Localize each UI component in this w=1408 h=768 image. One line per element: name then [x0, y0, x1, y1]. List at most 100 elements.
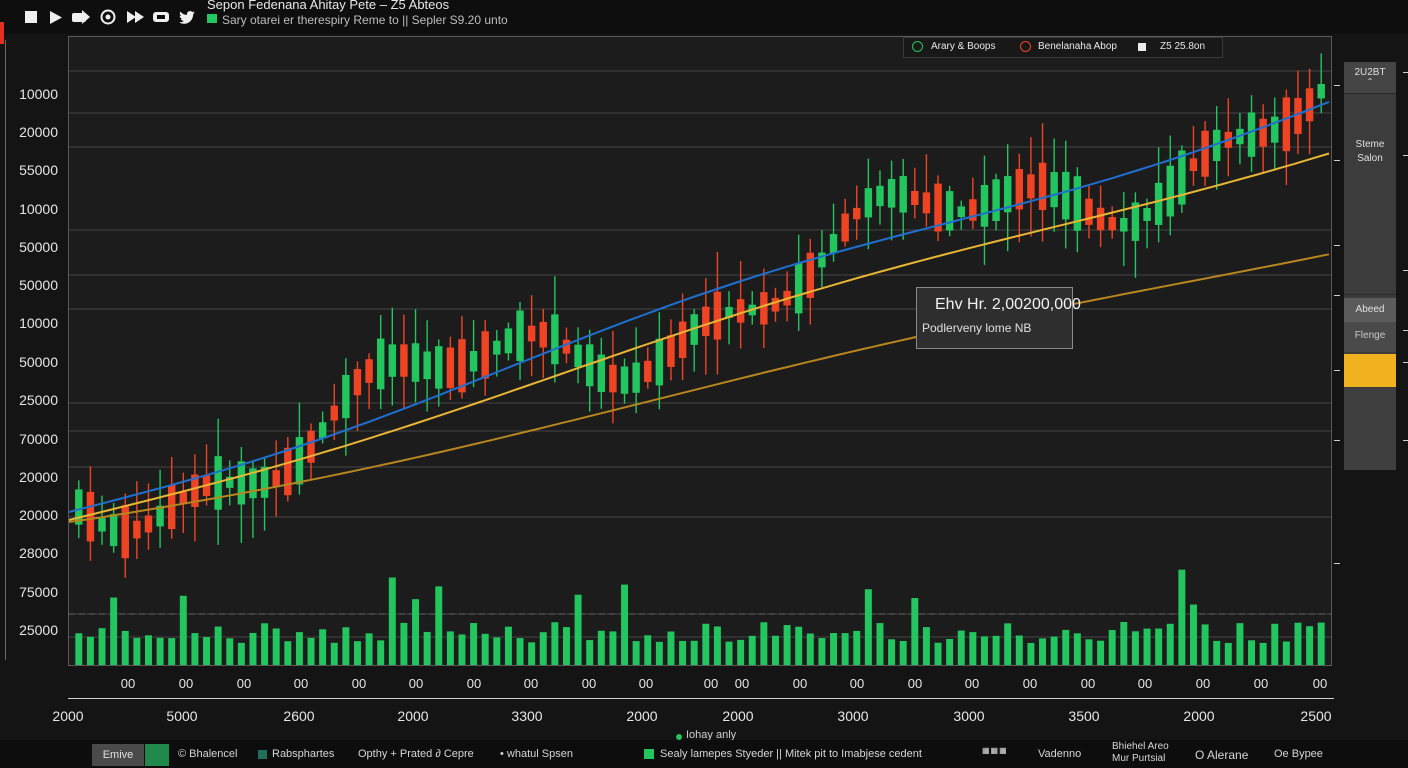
right-axis-tick [1334, 295, 1340, 296]
status-item[interactable]: Opthy + Prated ∂ Cepre [358, 748, 474, 760]
volume-bar [888, 639, 896, 665]
status-item[interactable]: • whatul Spsen [500, 748, 573, 760]
right-edge-tick [1403, 362, 1408, 363]
fast-forward-icon[interactable] [127, 9, 145, 25]
volume-bar [237, 642, 245, 665]
x-minor-label: 00 [408, 676, 424, 691]
volume-bar [899, 640, 907, 665]
play-icon[interactable] [47, 9, 65, 25]
candle-body [992, 179, 1000, 222]
volume-bar [655, 641, 663, 665]
emive-button[interactable]: Emive [92, 744, 144, 766]
volume-bar [841, 633, 849, 665]
yellow-moving-average-line [69, 152, 1330, 521]
volume-bar [539, 632, 547, 665]
volume-bar [121, 630, 129, 665]
status-square-icon [258, 750, 267, 759]
candle-body [1108, 217, 1116, 231]
green-toggle-button[interactable] [145, 744, 169, 766]
price-chart[interactable] [69, 37, 1331, 665]
target-icon[interactable] [99, 9, 117, 25]
volume-bar [353, 641, 361, 665]
status-item[interactable]: Rabsphartes [272, 748, 334, 760]
y-tick-label: 20000 [19, 124, 58, 140]
window-title: Sepon Fedenana Ahitay Pete – Z5 Abteos [207, 0, 450, 12]
x-tick-label: 2000 [397, 708, 429, 724]
volume-bar [1166, 623, 1174, 665]
status-item[interactable]: Oe Bypee [1274, 748, 1323, 760]
volume-bar [1213, 640, 1221, 665]
volume-bar [365, 633, 373, 665]
panel-title-box[interactable]: Abeed [1344, 298, 1396, 322]
candle-body [922, 192, 931, 214]
volume-bar [551, 622, 559, 665]
volume-bar [922, 627, 930, 665]
x-minor-label: 00 [703, 676, 719, 691]
volume-bar [1201, 624, 1209, 665]
candle-body [109, 514, 118, 547]
candle-body [86, 491, 95, 542]
x-tick-label: 5000 [166, 708, 198, 724]
panel-value-box[interactable]: 2U2BT ⌃ [1344, 62, 1396, 94]
x-minor-label: 00 [792, 676, 808, 691]
legend-square-icon [1138, 43, 1146, 51]
y-tick-label: 50000 [19, 277, 58, 293]
volume-bar [423, 631, 431, 665]
candle-body [574, 344, 582, 368]
x-axis-baseline [68, 698, 1334, 699]
candle-body [609, 364, 617, 393]
volume-bar [110, 597, 118, 665]
right-edge-tick [1403, 330, 1408, 331]
candle-body [644, 360, 652, 382]
volume-bar [481, 633, 489, 665]
volume-bar [1155, 628, 1163, 665]
panel-empty-box [1344, 389, 1396, 470]
y-tick-label: 25000 [19, 392, 58, 408]
panel-highlight-box[interactable] [1344, 354, 1396, 387]
candle-body [504, 328, 513, 354]
status-item[interactable]: © Bhalencel [178, 748, 237, 760]
bottom-status-bar: Emive © Bhalencel Rabsphartes Opthy + Pr… [0, 740, 1408, 768]
status-item[interactable]: O Alerane [1195, 748, 1248, 762]
candle-body [388, 344, 397, 377]
x-tick-label: 2500 [1300, 708, 1332, 724]
volume-bar [783, 625, 791, 665]
panel-info-box[interactable]: Steme Salon [1344, 95, 1396, 295]
volume-bar [272, 628, 280, 665]
volume-bar [98, 628, 106, 665]
right-edge-tick [1403, 72, 1408, 73]
panel-sub-box[interactable]: Flenge [1344, 322, 1396, 352]
right-edge-tick [1403, 155, 1408, 156]
candle-body [365, 359, 373, 383]
replay-icon[interactable] [72, 9, 90, 25]
stop-icon[interactable] [22, 9, 40, 25]
volume-bar [853, 630, 861, 665]
legend-item-3: Z5 25.8on [1160, 41, 1206, 52]
volume-bar [864, 589, 872, 665]
y-tick-label: 75000 [19, 584, 58, 600]
legend-item-2: Benelanaha Abop [1038, 41, 1117, 52]
x-tick-label: 2600 [283, 708, 315, 724]
candle-body [562, 339, 571, 354]
candle-body [957, 206, 965, 218]
y-tick-label: 50000 [19, 354, 58, 370]
candle-body [284, 447, 292, 496]
x-tick-label: 3000 [953, 708, 985, 724]
candle-body [376, 338, 385, 390]
volume-bar [144, 635, 152, 665]
volume-bar [1178, 569, 1186, 665]
volume-bar [446, 631, 454, 665]
x-minor-label: 00 [581, 676, 597, 691]
chart-area[interactable] [68, 36, 1332, 666]
status-item[interactable]: Bhiehel Areo Mur Purtsial [1112, 741, 1182, 765]
status-item[interactable]: Sealy lamepes Styeder || Mitek pit to Im… [660, 748, 922, 760]
candle-body [620, 366, 629, 394]
status-item[interactable]: Vadenno [1038, 748, 1081, 760]
volume-bar [516, 638, 524, 665]
right-side-panel: 2U2BT ⌃ Steme Salon Abeed Flenge [1344, 62, 1396, 470]
volume-bar [876, 623, 884, 665]
volume-bar [574, 594, 582, 665]
video-icon[interactable] [152, 9, 170, 25]
twitter-icon[interactable] [178, 9, 196, 25]
volume-bar [342, 627, 350, 665]
